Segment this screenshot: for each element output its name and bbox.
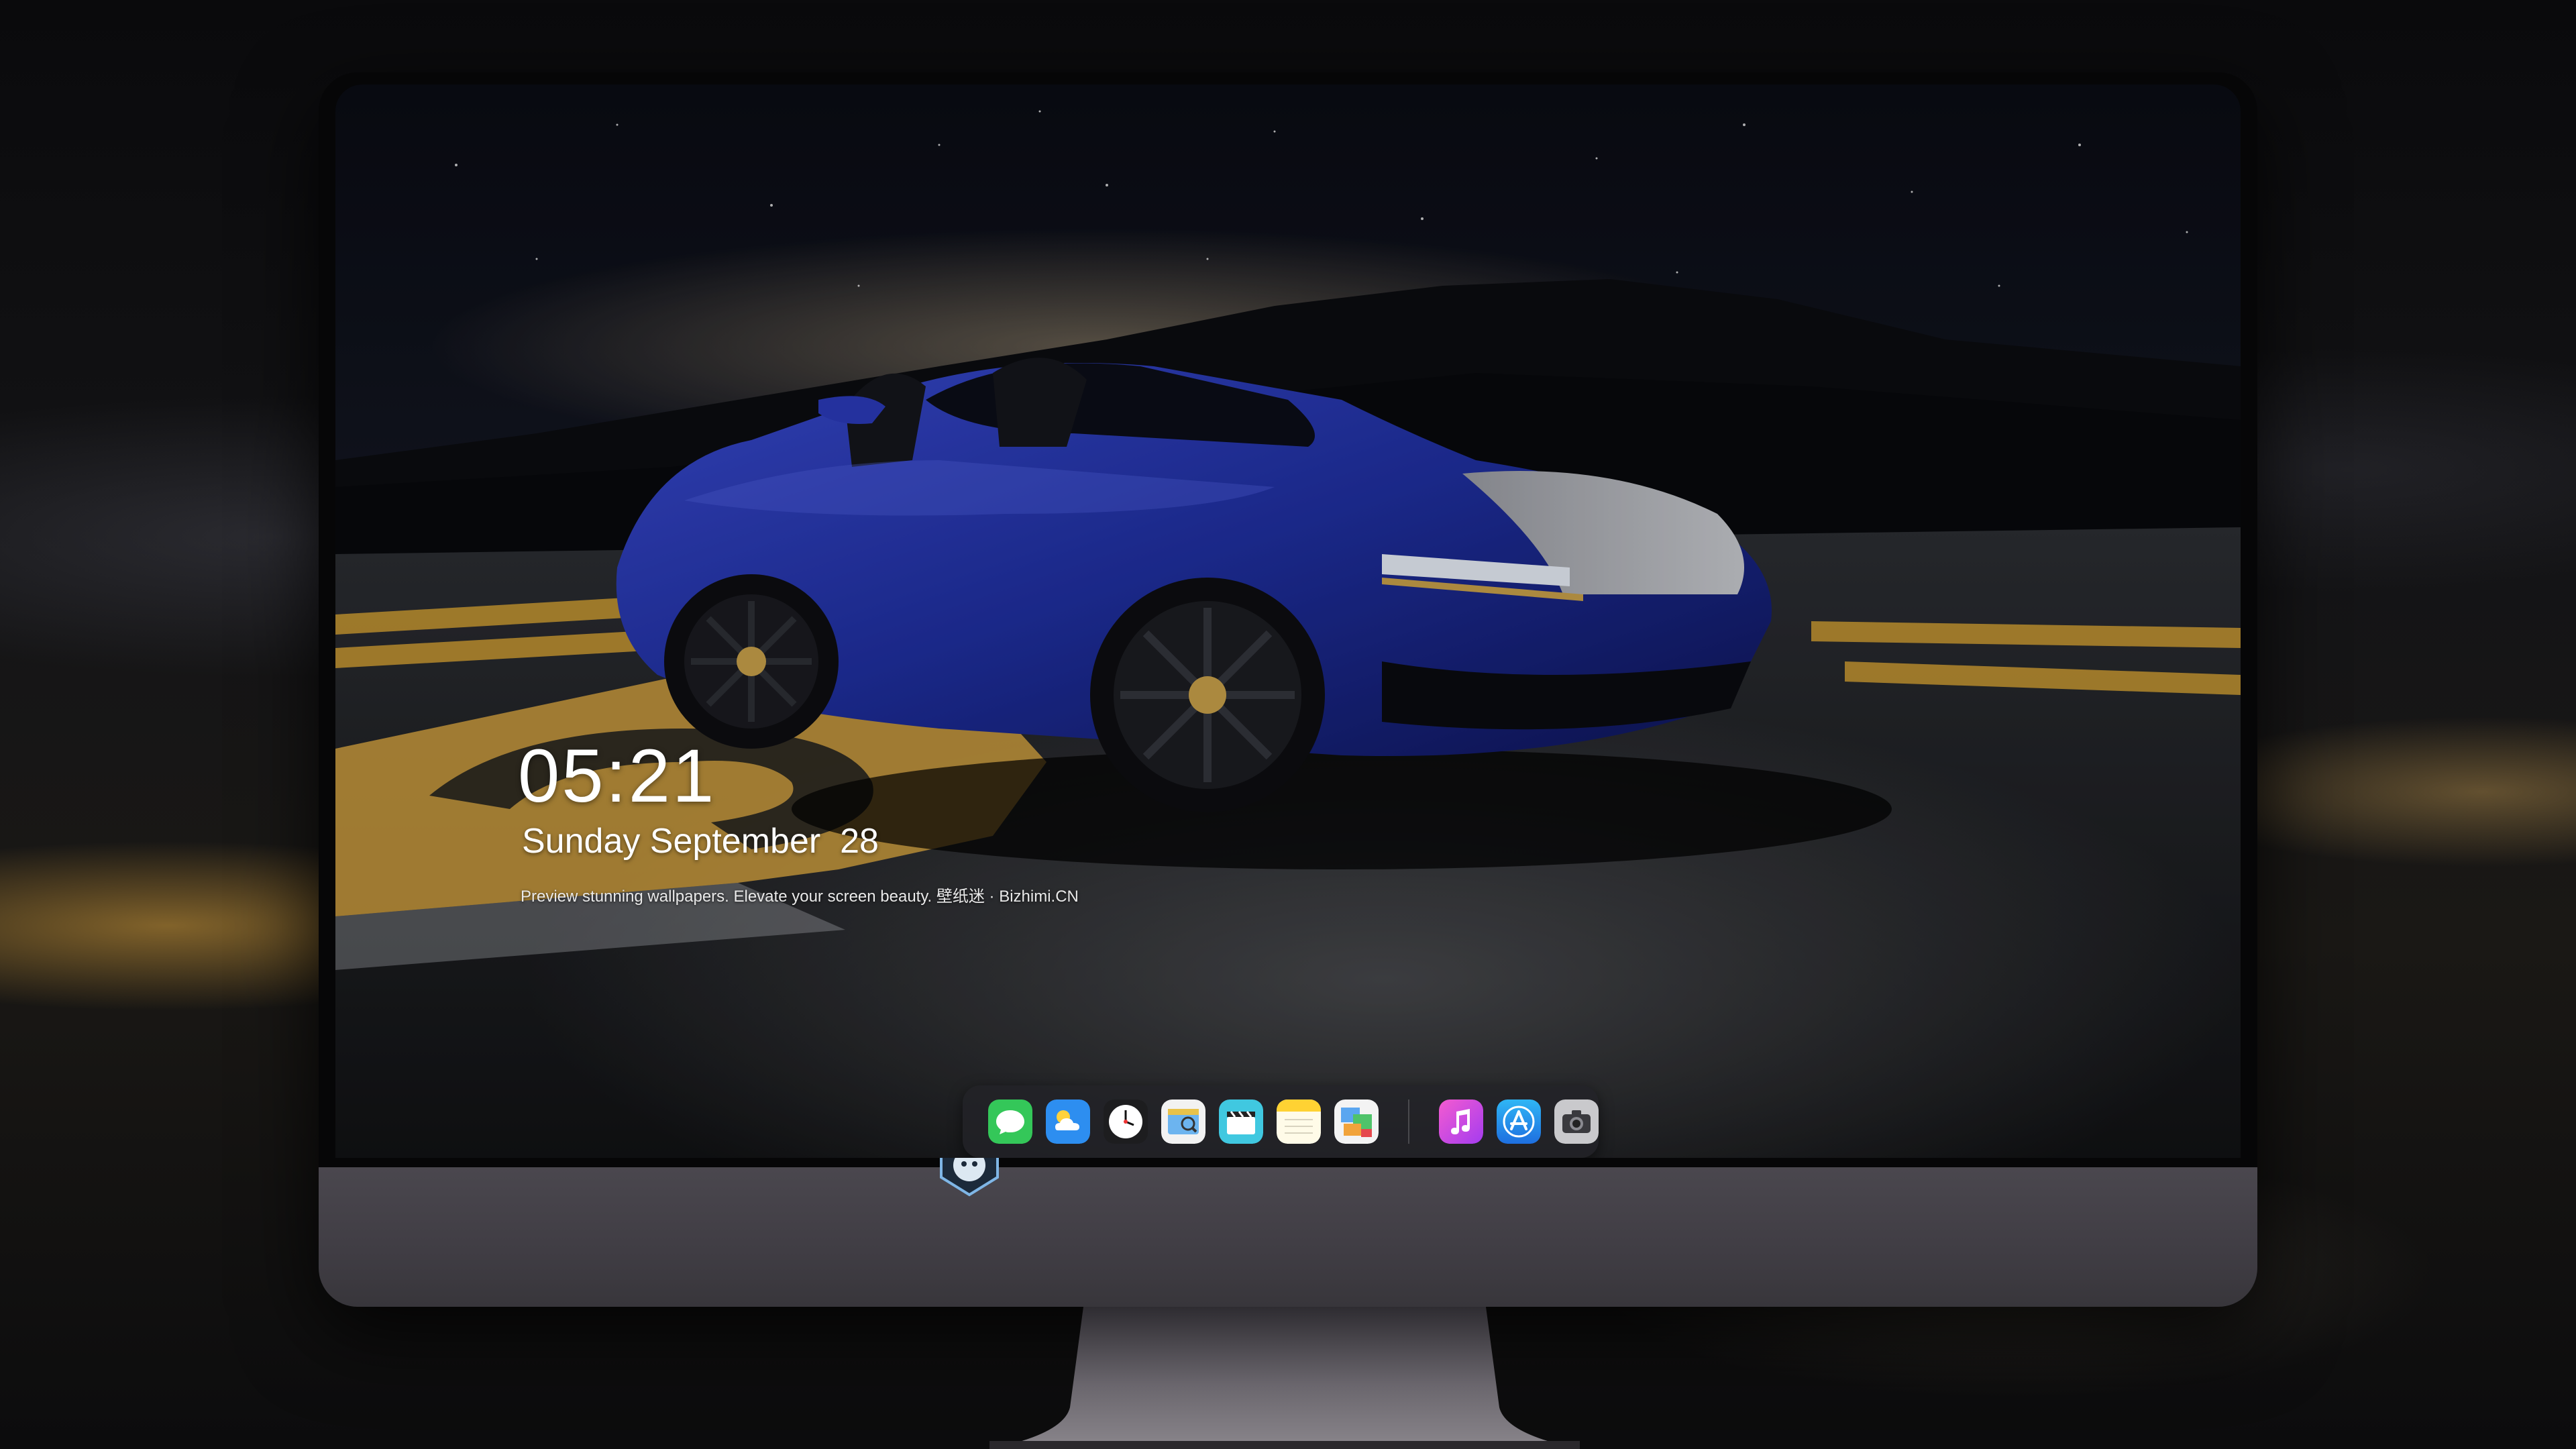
monitor-stand — [989, 1307, 1580, 1449]
clock-icon[interactable] — [1104, 1099, 1148, 1144]
clapperboard-icon[interactable] — [1219, 1099, 1263, 1144]
screen: 05:21 Sunday September 28 Preview stunni… — [335, 85, 2241, 1158]
lockscreen-date: Sunday September 28 — [522, 822, 879, 861]
camera-icon[interactable] — [1554, 1099, 1599, 1144]
messages-icon[interactable] — [988, 1099, 1032, 1144]
photo-gallery-icon[interactable] — [1334, 1099, 1379, 1144]
music-icon[interactable] — [1439, 1099, 1483, 1144]
lockscreen-clock: 05:21 — [518, 734, 716, 818]
wallpaper-car-runway — [335, 85, 2241, 1158]
preview-icon[interactable] — [1161, 1099, 1205, 1144]
notes-icon[interactable] — [1277, 1099, 1321, 1144]
lockscreen-tagline: Preview stunning wallpapers. Elevate you… — [521, 888, 1079, 906]
dock — [963, 1085, 1599, 1158]
weather-icon[interactable] — [1046, 1099, 1090, 1144]
app-store-icon[interactable] — [1497, 1099, 1541, 1144]
dock-separator — [1408, 1099, 1409, 1144]
monitor-chin — [319, 1167, 2257, 1307]
